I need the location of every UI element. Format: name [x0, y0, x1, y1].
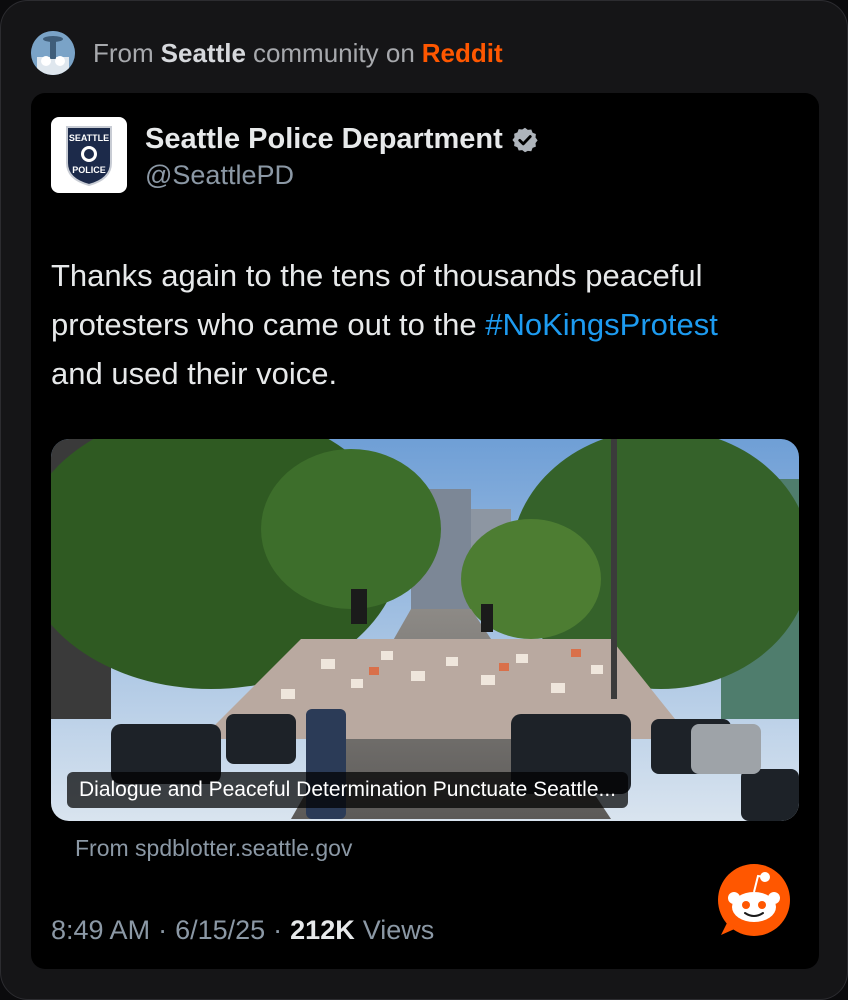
handle[interactable]: @SeattlePD	[145, 160, 539, 191]
views-count: 212K	[290, 915, 355, 945]
source-bar[interactable]: From Seattle community on Reddit	[31, 31, 503, 75]
community-avatar	[31, 31, 75, 75]
tweet-text-part2: and used their voice.	[51, 356, 338, 391]
link-source[interactable]: From spdblotter.seattle.gov	[75, 835, 352, 862]
logo-text-top: SEATTLE	[69, 133, 109, 143]
logo-text-bottom: POLICE	[72, 165, 106, 175]
source-middle: community on	[252, 37, 415, 68]
tweet-time[interactable]: 8:49 AM	[51, 915, 150, 946]
tweet-author[interactable]: SEATTLE POLICE Seattle Police Department…	[51, 117, 539, 193]
tweet-date[interactable]: 6/15/25	[175, 915, 265, 946]
display-name[interactable]: Seattle Police Department	[145, 123, 503, 156]
reddit-snoo-icon[interactable]	[717, 863, 791, 937]
tweet-meta: 8:49 AM · 6/15/25 · 212K Views	[51, 915, 435, 946]
community-name[interactable]: Seattle	[161, 38, 246, 69]
link-preview-image[interactable]: Dialogue and Peaceful Determination Punc…	[51, 439, 799, 821]
seattle-police-badge-logo[interactable]: SEATTLE POLICE	[51, 117, 127, 193]
link-preview-title[interactable]: Dialogue and Peaceful Determination Punc…	[67, 772, 629, 808]
verified-badge-icon	[512, 127, 538, 152]
embedded-tweet-card[interactable]: SEATTLE POLICE Seattle Police Department…	[31, 93, 819, 969]
platform-name[interactable]: Reddit	[422, 38, 503, 69]
reddit-share-frame: From Seattle community on Reddit SEATTLE…	[0, 0, 848, 1000]
views-label: Views	[362, 915, 435, 945]
tweet-text: Thanks again to the tens of thousands pe…	[51, 251, 751, 398]
source-prefix: From	[93, 37, 154, 68]
hashtag-link[interactable]: #NoKingsProtest	[485, 307, 718, 342]
